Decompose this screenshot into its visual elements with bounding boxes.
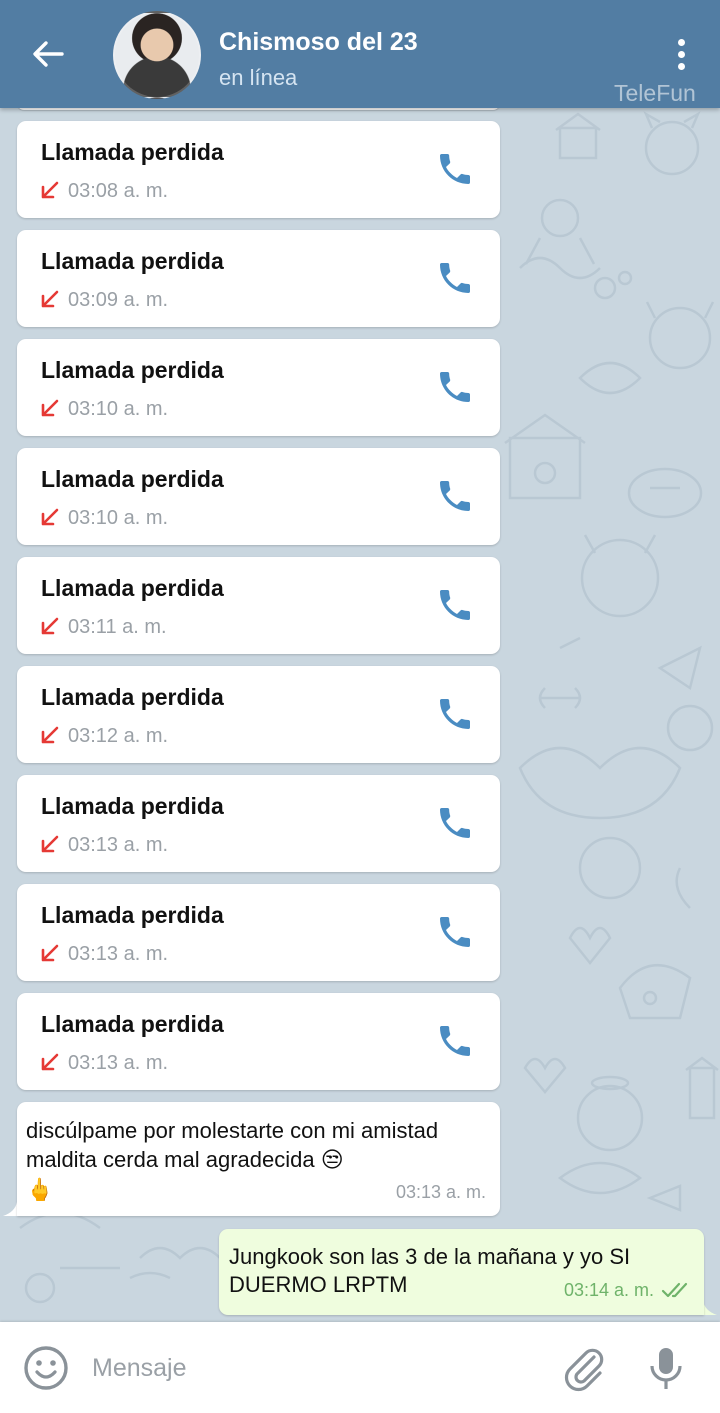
missed-call-bubble[interactable]: Llamada perdida 03:12 a. m. xyxy=(17,666,500,763)
missed-call-bubble[interactable]: Llamada perdida 03:13 a. m. xyxy=(17,775,500,872)
missed-call-arrow-icon xyxy=(41,399,59,417)
missed-call-time: 03:10 a. m. xyxy=(68,398,169,420)
arrow-left-icon xyxy=(33,41,64,67)
phone-icon[interactable] xyxy=(435,367,475,407)
phone-icon[interactable] xyxy=(435,912,475,952)
missed-call-arrow-icon xyxy=(41,835,59,853)
partial-message-bubble xyxy=(17,108,500,110)
smile-icon xyxy=(24,1346,68,1390)
microphone-icon xyxy=(650,1348,682,1389)
missed-call-arrow-icon xyxy=(41,617,59,635)
missed-call-title: Llamada perdida xyxy=(41,466,224,492)
missed-call-title: Llamada perdida xyxy=(41,357,224,383)
missed-call-title: Llamada perdida xyxy=(41,1011,224,1037)
message-input[interactable] xyxy=(92,1346,532,1390)
missed-call-time: 03:10 a. m. xyxy=(68,507,169,529)
outgoing-message-bubble[interactable]: Jungkook son las 3 de la mañana y yo SI … xyxy=(219,1229,704,1315)
microphone-button[interactable] xyxy=(640,1342,692,1394)
more-options-button[interactable] xyxy=(664,36,698,76)
phone-icon[interactable] xyxy=(435,1021,475,1061)
missed-call-time: 03:12 a. m. xyxy=(68,725,169,747)
missed-call-time: 03:13 a. m. xyxy=(68,834,169,856)
phone-icon[interactable] xyxy=(435,149,475,189)
phone-icon[interactable] xyxy=(435,803,475,843)
more-vertical-icon xyxy=(677,39,685,46)
missed-call-title: Llamada perdida xyxy=(41,139,224,165)
missed-call-bubble[interactable]: Llamada perdida 03:10 a. m. xyxy=(17,339,500,436)
phone-icon[interactable] xyxy=(435,694,475,734)
chat-title[interactable]: Chismoso del 23 xyxy=(219,28,418,57)
missed-call-time: 03:13 a. m. xyxy=(68,943,169,965)
chat-header: Chismoso del 23 en línea xyxy=(0,0,720,108)
missed-call-title: Llamada perdida xyxy=(41,793,224,819)
missed-call-arrow-icon xyxy=(41,290,59,308)
attach-button[interactable] xyxy=(558,1342,610,1394)
incoming-message-time: 03:13 a. m. xyxy=(395,1182,486,1202)
watermark: TeleFun xyxy=(614,80,696,106)
missed-call-time: 03:11 a. m. xyxy=(68,616,167,638)
middle-finger-emoji: 🖕 xyxy=(26,1178,54,1203)
unamused-emoji: 😒 xyxy=(320,1148,344,1173)
chat-area[interactable]: Llamada perdida 03:08 a. m. Llamada perdid… xyxy=(0,108,720,1322)
missed-call-bubble[interactable]: Llamada perdida 03:10 a. m. xyxy=(17,448,500,545)
double-check-icon xyxy=(661,1282,688,1298)
back-button[interactable] xyxy=(22,30,74,78)
missed-call-arrow-icon xyxy=(41,508,59,526)
missed-call-title: Llamada perdida xyxy=(41,902,224,928)
missed-call-arrow-icon xyxy=(41,726,59,744)
missed-call-time: 03:13 a. m. xyxy=(68,1052,169,1074)
missed-call-title: Llamada perdida xyxy=(41,248,224,274)
avatar[interactable] xyxy=(113,11,201,99)
online-status: en línea xyxy=(219,65,298,90)
missed-call-time: 03:09 a. m. xyxy=(68,289,169,311)
missed-call-arrow-icon xyxy=(41,181,59,199)
emoji-button[interactable] xyxy=(22,1344,70,1392)
missed-call-title: Llamada perdida xyxy=(41,684,224,710)
message-input-bar xyxy=(0,1322,720,1413)
incoming-message-bubble[interactable]: discúlpame por molestarte con mi amistad… xyxy=(17,1102,500,1216)
missed-call-bubble[interactable]: Llamada perdida 03:13 a. m. xyxy=(17,993,500,1090)
missed-call-time: 03:08 a. m. xyxy=(68,180,169,202)
missed-call-bubble[interactable]: Llamada perdida 03:08 a. m. xyxy=(17,121,500,218)
phone-icon[interactable] xyxy=(435,585,475,625)
missed-call-bubble[interactable]: Llamada perdida 03:11 a. m. xyxy=(17,557,500,654)
missed-call-arrow-icon xyxy=(41,944,59,962)
outgoing-message-time: 03:14 a. m. xyxy=(563,1280,654,1300)
missed-call-arrow-icon xyxy=(41,1053,59,1071)
phone-icon[interactable] xyxy=(435,476,475,516)
missed-call-title: Llamada perdida xyxy=(41,575,224,601)
paperclip-icon xyxy=(564,1348,604,1392)
phone-icon[interactable] xyxy=(435,258,475,298)
missed-call-bubble[interactable]: Llamada perdida 03:09 a. m. xyxy=(17,230,500,327)
missed-call-bubble[interactable]: Llamada perdida 03:13 a. m. xyxy=(17,884,500,981)
